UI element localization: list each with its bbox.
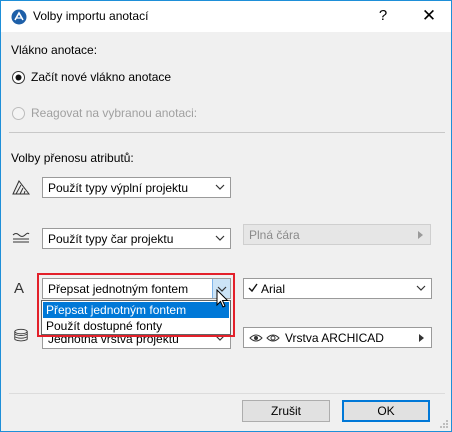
linetype-select-disabled: Plná čára	[243, 224, 431, 245]
chevron-right-icon	[418, 231, 423, 239]
radio-new-thread-label[interactable]: Začít nové vlákno anotace	[31, 70, 171, 84]
fill-type-select[interactable]: Použít typy výplní projektu	[42, 177, 231, 198]
fill-type-icon	[12, 180, 30, 195]
checkmark-icon	[248, 283, 258, 293]
ok-button[interactable]: OK	[342, 400, 430, 422]
window-title: Volby importu anotací	[33, 9, 149, 23]
chevron-down-icon	[215, 235, 225, 241]
line-type-value: Použít typy čar projektu	[48, 232, 174, 246]
chevron-right-icon	[419, 334, 424, 342]
radio-reply-annotation[interactable]	[12, 107, 25, 120]
help-button[interactable]: ?	[373, 6, 393, 26]
dropdown-option-available-fonts[interactable]: Použít dostupné fonty	[43, 318, 229, 334]
font-select[interactable]: Arial	[243, 278, 432, 299]
dropdown-option-override-font[interactable]: Přepsat jednotným fontem	[43, 302, 229, 318]
radio-reply-annotation-label: Reagovat na vybranou anotaci:	[31, 106, 198, 120]
layer-value: Vrstva ARCHICAD	[285, 331, 384, 345]
font-mode-select[interactable]: Přepsat jednotným fontem	[42, 278, 231, 299]
thread-section-heading: Vlákno anotace:	[11, 43, 98, 57]
layer-lock-icon	[266, 334, 280, 342]
chevron-down-icon	[416, 285, 426, 291]
close-button[interactable]: ✕	[417, 5, 441, 27]
linetype-value: Plná čára	[249, 228, 300, 242]
font-mode-value: Přepsat jednotným fontem	[48, 282, 189, 296]
font-value: Arial	[261, 282, 286, 296]
footer-separator	[9, 393, 445, 394]
archicad-app-icon	[11, 9, 27, 25]
attributes-section-heading: Volby přenosu atributů:	[11, 151, 134, 165]
font-icon: A	[14, 280, 25, 297]
font-mode-dropdown-list: Přepsat jednotným fontem Použít dostupné…	[41, 300, 231, 335]
fill-type-value: Použít typy výplní projektu	[48, 181, 189, 195]
radio-new-thread[interactable]	[12, 71, 25, 84]
line-type-select[interactable]: Použít typy čar projektu	[42, 228, 231, 249]
chevron-down-icon	[215, 184, 225, 190]
layer-select[interactable]: Vrstva ARCHICAD	[243, 327, 432, 348]
mouse-pointer-icon	[216, 289, 229, 308]
eye-icon	[249, 334, 263, 342]
import-annotation-options-dialog: Volby importu anotací ? ✕ Vlákno anotace…	[0, 0, 452, 432]
title-bar: Volby importu anotací ? ✕	[1, 1, 451, 32]
section-separator	[9, 132, 445, 133]
cancel-button[interactable]: Zrušit	[242, 400, 330, 422]
layer-stack-icon	[14, 328, 28, 342]
line-type-icon	[12, 232, 30, 243]
resize-grip-icon[interactable]	[439, 419, 449, 429]
